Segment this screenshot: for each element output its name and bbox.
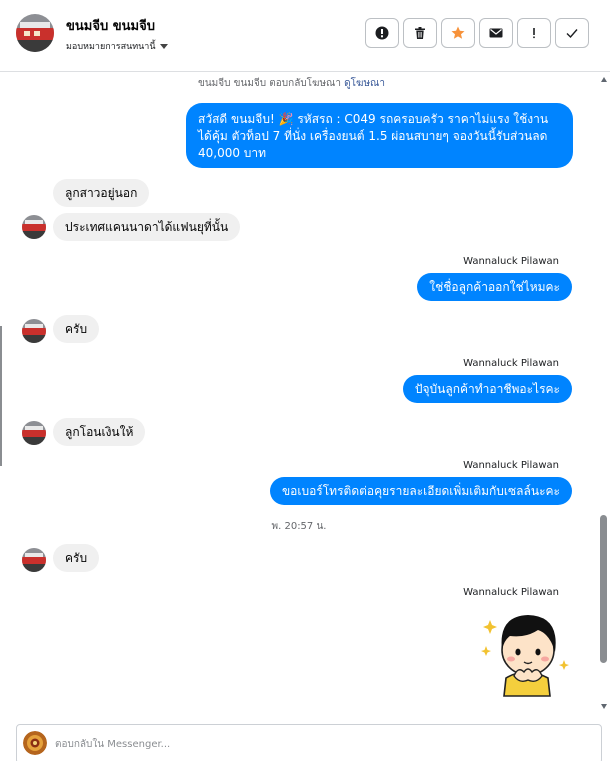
report-button[interactable] [365, 18, 399, 48]
sender-name: Wannaluck Pilawan [463, 358, 559, 369]
message-bubble-outgoing[interactable]: ใช่ชื่อลูกค้าออกใช่ไหมคะ [417, 273, 572, 301]
sender-name: Wannaluck Pilawan [463, 256, 559, 267]
contact-name[interactable]: ขนมจีบ ขนมจีบ [66, 15, 155, 36]
sender-name: Wannaluck Pilawan [463, 460, 559, 471]
message-bubble-incoming[interactable]: ลูกโอนเงินให้ [53, 418, 146, 446]
contact-avatar[interactable] [16, 14, 54, 52]
view-ad-link[interactable]: ดูโฆษณา [344, 78, 385, 89]
sender-name: Wannaluck Pilawan [463, 587, 559, 598]
message-bubble-outgoing[interactable]: ปัจุบันลูกค้าทำอาชีพอะไรคะ [402, 375, 572, 403]
page-avatar [23, 731, 47, 755]
spam-button[interactable] [517, 18, 551, 48]
message-bubble-incoming[interactable]: ลูกสาวอยู่นอก [53, 179, 150, 207]
contact-avatar-small [22, 215, 46, 239]
delete-button[interactable] [403, 18, 437, 48]
ad-reply-text: ขนมจีบ ขนมจีบ ตอบกลับโฆษณา [198, 78, 341, 89]
contact-avatar-small [22, 319, 46, 343]
assign-conversation-label: มอบหมายการสนทนานี้ [66, 42, 156, 52]
message-bubble-incoming[interactable]: ครับ [53, 544, 100, 572]
star-icon [451, 26, 465, 39]
check-icon [566, 29, 578, 39]
scroll-up-arrow-icon[interactable] [601, 77, 607, 82]
message-bubble-outgoing[interactable]: สวัสดี ขนมจีบ! 🎉 รหัสรถ : C049 รถครอบครั… [186, 103, 573, 168]
ad-reply-notice: ขนมจีบ ขนมจีบ ตอบกลับโฆษณา ดูโฆษณา [198, 76, 385, 91]
message-bubble-outgoing[interactable]: ขอเบอร์โทรติดต่อคุยรายละเอียดเพิ่มเติมกั… [269, 477, 572, 505]
message-thread[interactable]: ขนมจีบ ขนมจีบ ตอบกลับโฆษณา ดูโฆษณา สวัสด… [0, 73, 598, 713]
assign-conversation-dropdown[interactable]: มอบหมายการสนทนานี้ [66, 39, 168, 53]
flag-icon [375, 26, 389, 40]
star-button[interactable] [441, 18, 475, 48]
girl-sticker[interactable] [480, 608, 572, 698]
contact-avatar-small [22, 421, 46, 445]
scroll-down-arrow-icon[interactable] [601, 704, 607, 709]
scrollbar-thumb[interactable] [600, 515, 607, 663]
message-timestamp: พ. 20:57 น. [271, 521, 327, 532]
mark-unread-button[interactable] [479, 18, 513, 48]
trash-icon [415, 27, 425, 39]
mark-done-button[interactable] [555, 18, 589, 48]
reply-input[interactable] [55, 725, 575, 761]
contact-avatar-small [22, 548, 46, 572]
reply-composer [16, 724, 602, 761]
panel-resize-handle[interactable] [0, 326, 2, 466]
envelope-icon [489, 28, 503, 38]
header-actions [365, 18, 589, 48]
thread-scrollbar[interactable] [598, 73, 610, 713]
chevron-down-icon [159, 43, 168, 49]
message-bubble-incoming[interactable]: ประเทศแคนนาดาได้แฟนยุที่นั้น [53, 213, 241, 241]
exclamation-icon [533, 28, 535, 39]
message-bubble-incoming[interactable]: ครับ [53, 315, 100, 343]
conversation-header: ขนมจีบ ขนมจีบ มอบหมายการสนทนานี้ [0, 0, 610, 72]
